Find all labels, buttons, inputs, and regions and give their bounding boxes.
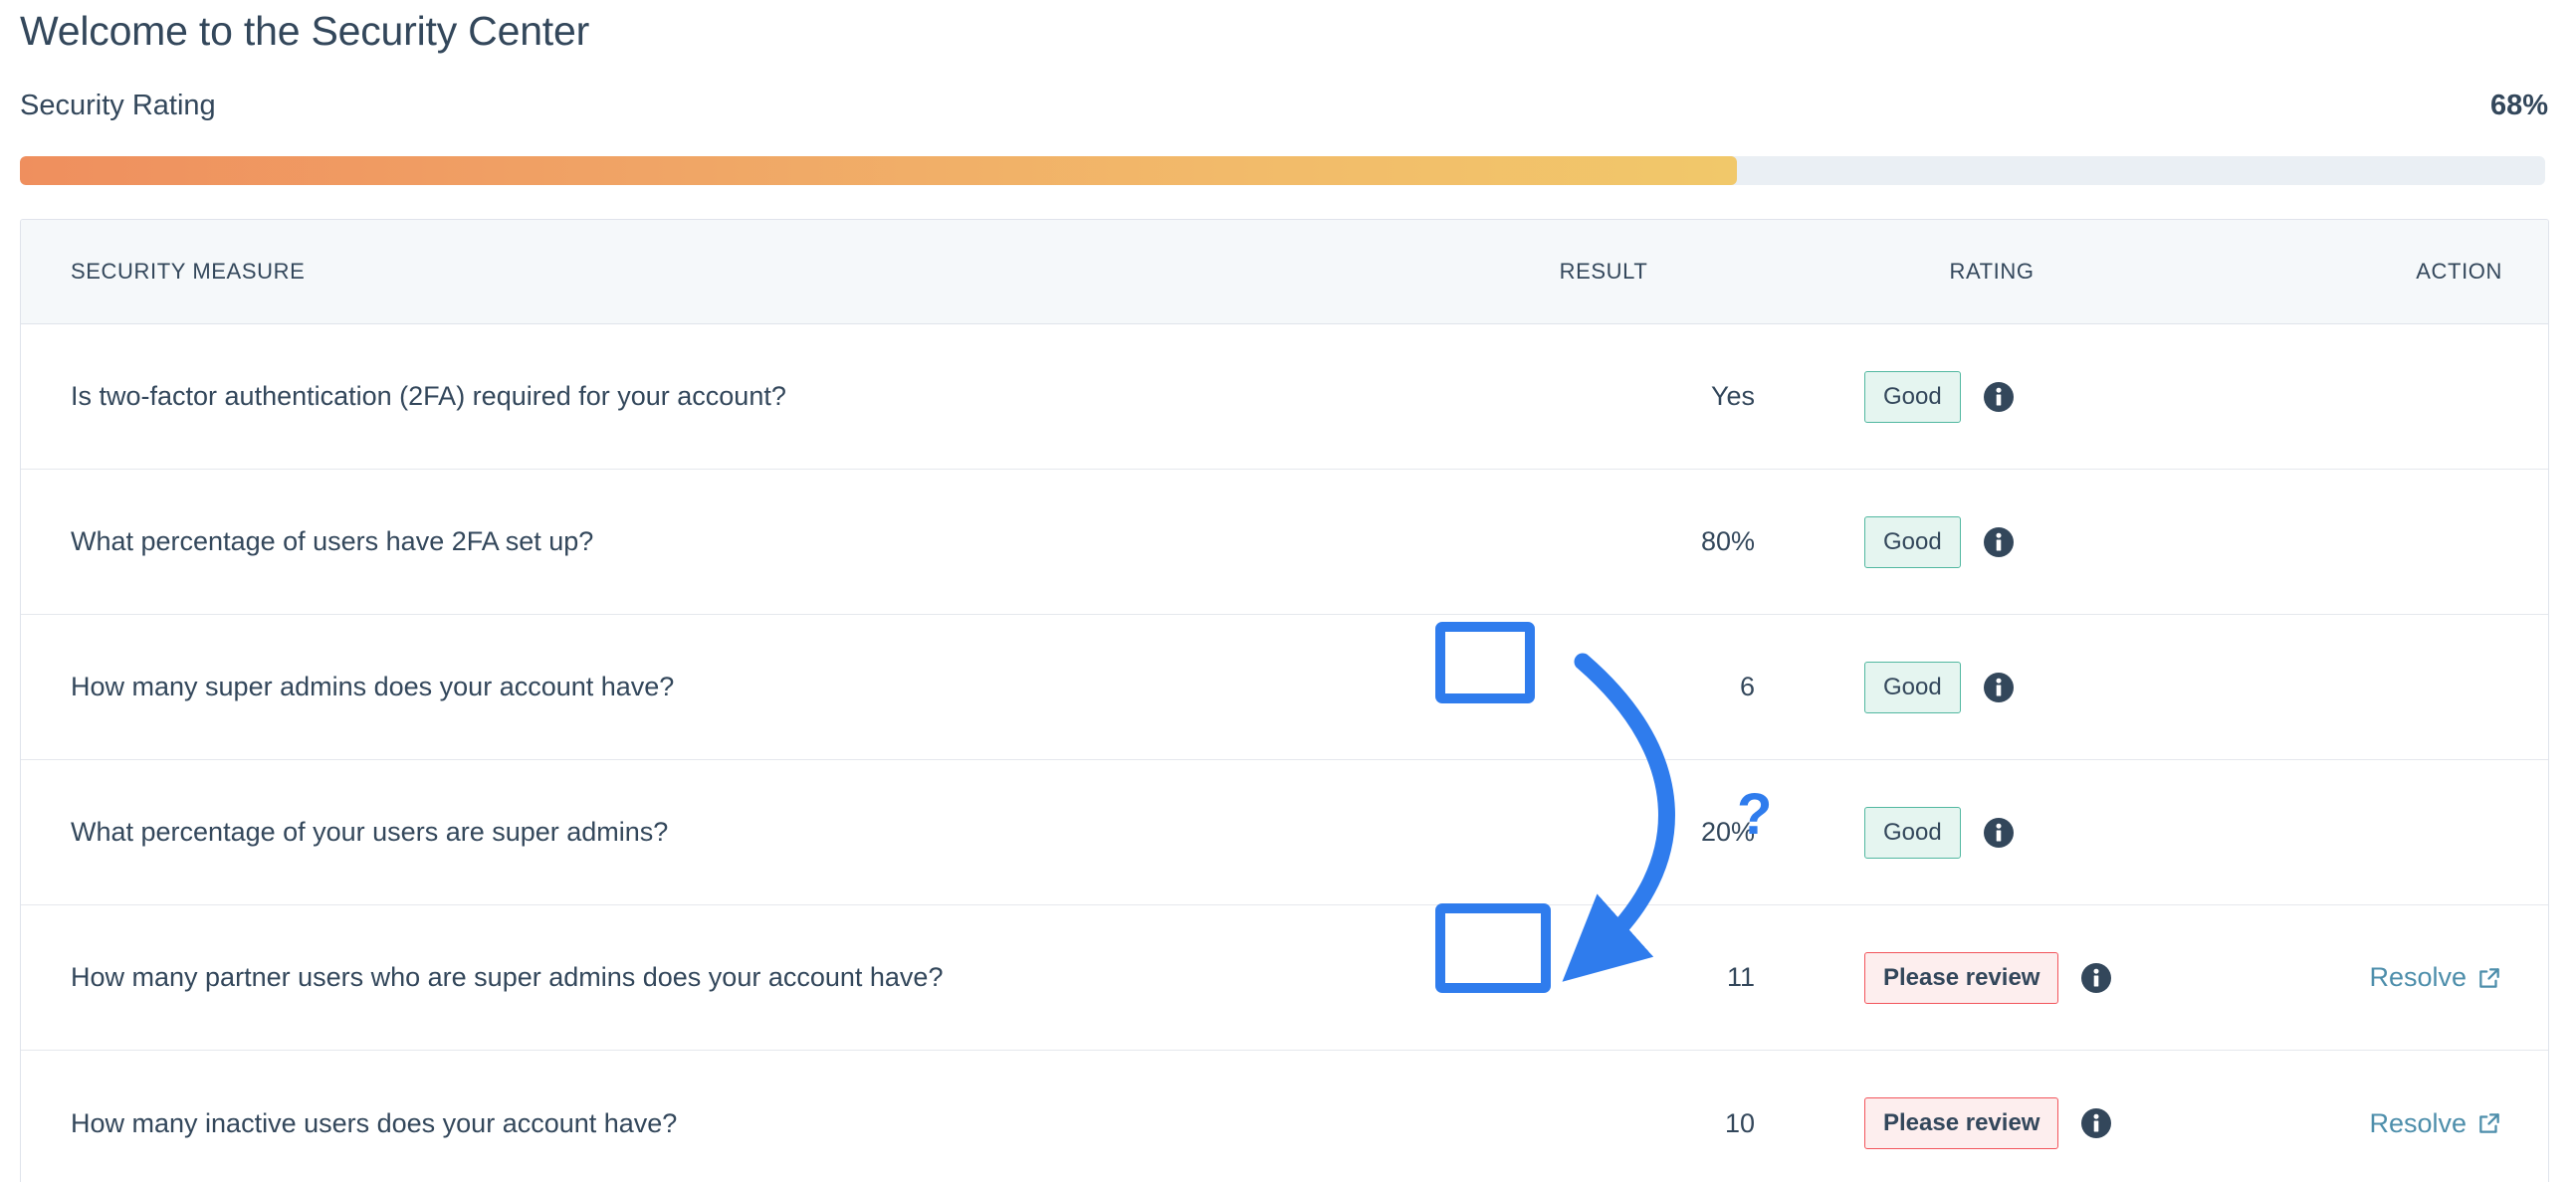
column-header-security-measure: SECURITY MEASURE xyxy=(21,259,1434,285)
cell-action: Resolve xyxy=(2211,1108,2548,1139)
result-value: 10 xyxy=(1725,1108,1755,1138)
cell-action: Resolve xyxy=(2211,962,2548,993)
column-header-rating: RATING xyxy=(1773,259,2211,285)
annotation-question-mark: ? xyxy=(1737,786,1772,844)
status-badge: Good xyxy=(1864,371,1961,423)
cell-security-measure: Is two-factor authentication (2FA) requi… xyxy=(21,381,1434,412)
cell-rating: Good xyxy=(1773,516,2211,568)
cell-result: 10 xyxy=(1434,1108,1773,1139)
security-rating-progress-track xyxy=(20,156,2545,185)
security-measure-text: Is two-factor authentication (2FA) requi… xyxy=(71,381,786,411)
status-badge: Please review xyxy=(1864,952,2058,1004)
cell-rating: Good xyxy=(1773,807,2211,859)
resolve-label: Resolve xyxy=(2369,1108,2467,1139)
cell-security-measure: How many inactive users does your accoun… xyxy=(21,1108,1434,1139)
table-row: How many super admins does your account … xyxy=(21,615,2548,760)
cell-result: Yes xyxy=(1434,381,1773,412)
table-row: How many partner users who are super adm… xyxy=(21,905,2548,1051)
info-icon[interactable] xyxy=(1983,817,2015,849)
cell-result: 80% xyxy=(1434,526,1773,557)
result-value: 11 xyxy=(1727,962,1755,992)
cell-rating: Good xyxy=(1773,371,2211,423)
security-measure-text: What percentage of your users are super … xyxy=(71,817,668,847)
cell-result: 20% xyxy=(1434,817,1773,848)
table-row: What percentage of your users are super … xyxy=(21,760,2548,905)
info-icon[interactable] xyxy=(1983,526,2015,558)
security-rating-progress-fill xyxy=(20,156,1737,185)
resolve-link[interactable]: Resolve xyxy=(2369,962,2502,993)
info-icon[interactable] xyxy=(2080,1107,2112,1139)
cell-result: 11 xyxy=(1434,962,1773,993)
cell-rating: Good xyxy=(1773,662,2211,713)
resolve-label: Resolve xyxy=(2369,962,2467,993)
cell-security-measure: What percentage of users have 2FA set up… xyxy=(21,526,1434,557)
status-badge: Good xyxy=(1864,662,1961,713)
cell-security-measure: How many partner users who are super adm… xyxy=(21,962,1434,993)
cell-result: 6 xyxy=(1434,672,1773,702)
security-measure-text: How many partner users who are super adm… xyxy=(71,962,943,992)
cell-rating: Please review xyxy=(1773,952,2211,1004)
security-rating-value: 68% xyxy=(2490,90,2548,122)
table-header-row: SECURITY MEASURE RESULT RATING ACTION xyxy=(21,220,2548,324)
result-value: 80% xyxy=(1701,526,1755,556)
status-badge: Please review xyxy=(1864,1097,2058,1149)
security-rating-label: Security Rating xyxy=(20,90,216,122)
table-body: Is two-factor authentication (2FA) requi… xyxy=(21,324,2548,1182)
table-row: Is two-factor authentication (2FA) requi… xyxy=(21,324,2548,470)
security-measure-text: How many inactive users does your accoun… xyxy=(71,1108,677,1138)
table-row: What percentage of users have 2FA set up… xyxy=(21,470,2548,615)
info-icon[interactable] xyxy=(1983,381,2015,413)
info-icon[interactable] xyxy=(2080,962,2112,994)
info-icon[interactable] xyxy=(1983,672,2015,703)
security-rating-row: Security Rating 68% xyxy=(20,90,2548,123)
external-link-icon xyxy=(2476,965,2502,991)
column-header-result: RESULT xyxy=(1434,259,1773,285)
cell-security-measure: How many super admins does your account … xyxy=(21,672,1434,702)
status-badge: Good xyxy=(1864,516,1961,568)
table-row: How many inactive users does your accoun… xyxy=(21,1051,2548,1182)
security-measure-text: How many super admins does your account … xyxy=(71,672,674,701)
security-measures-table: SECURITY MEASURE RESULT RATING ACTION Is… xyxy=(20,219,2549,1182)
cell-security-measure: What percentage of your users are super … xyxy=(21,817,1434,848)
external-link-icon xyxy=(2476,1110,2502,1136)
security-measure-text: What percentage of users have 2FA set up… xyxy=(71,526,593,556)
result-value: 6 xyxy=(1740,672,1755,701)
result-value: Yes xyxy=(1711,381,1755,411)
status-badge: Good xyxy=(1864,807,1961,859)
page-title: Welcome to the Security Center xyxy=(20,6,589,56)
resolve-link[interactable]: Resolve xyxy=(2369,1108,2502,1139)
cell-rating: Please review xyxy=(1773,1097,2211,1149)
column-header-action: ACTION xyxy=(2211,259,2548,285)
security-center-page: Welcome to the Security Center Security … xyxy=(0,0,2576,1182)
